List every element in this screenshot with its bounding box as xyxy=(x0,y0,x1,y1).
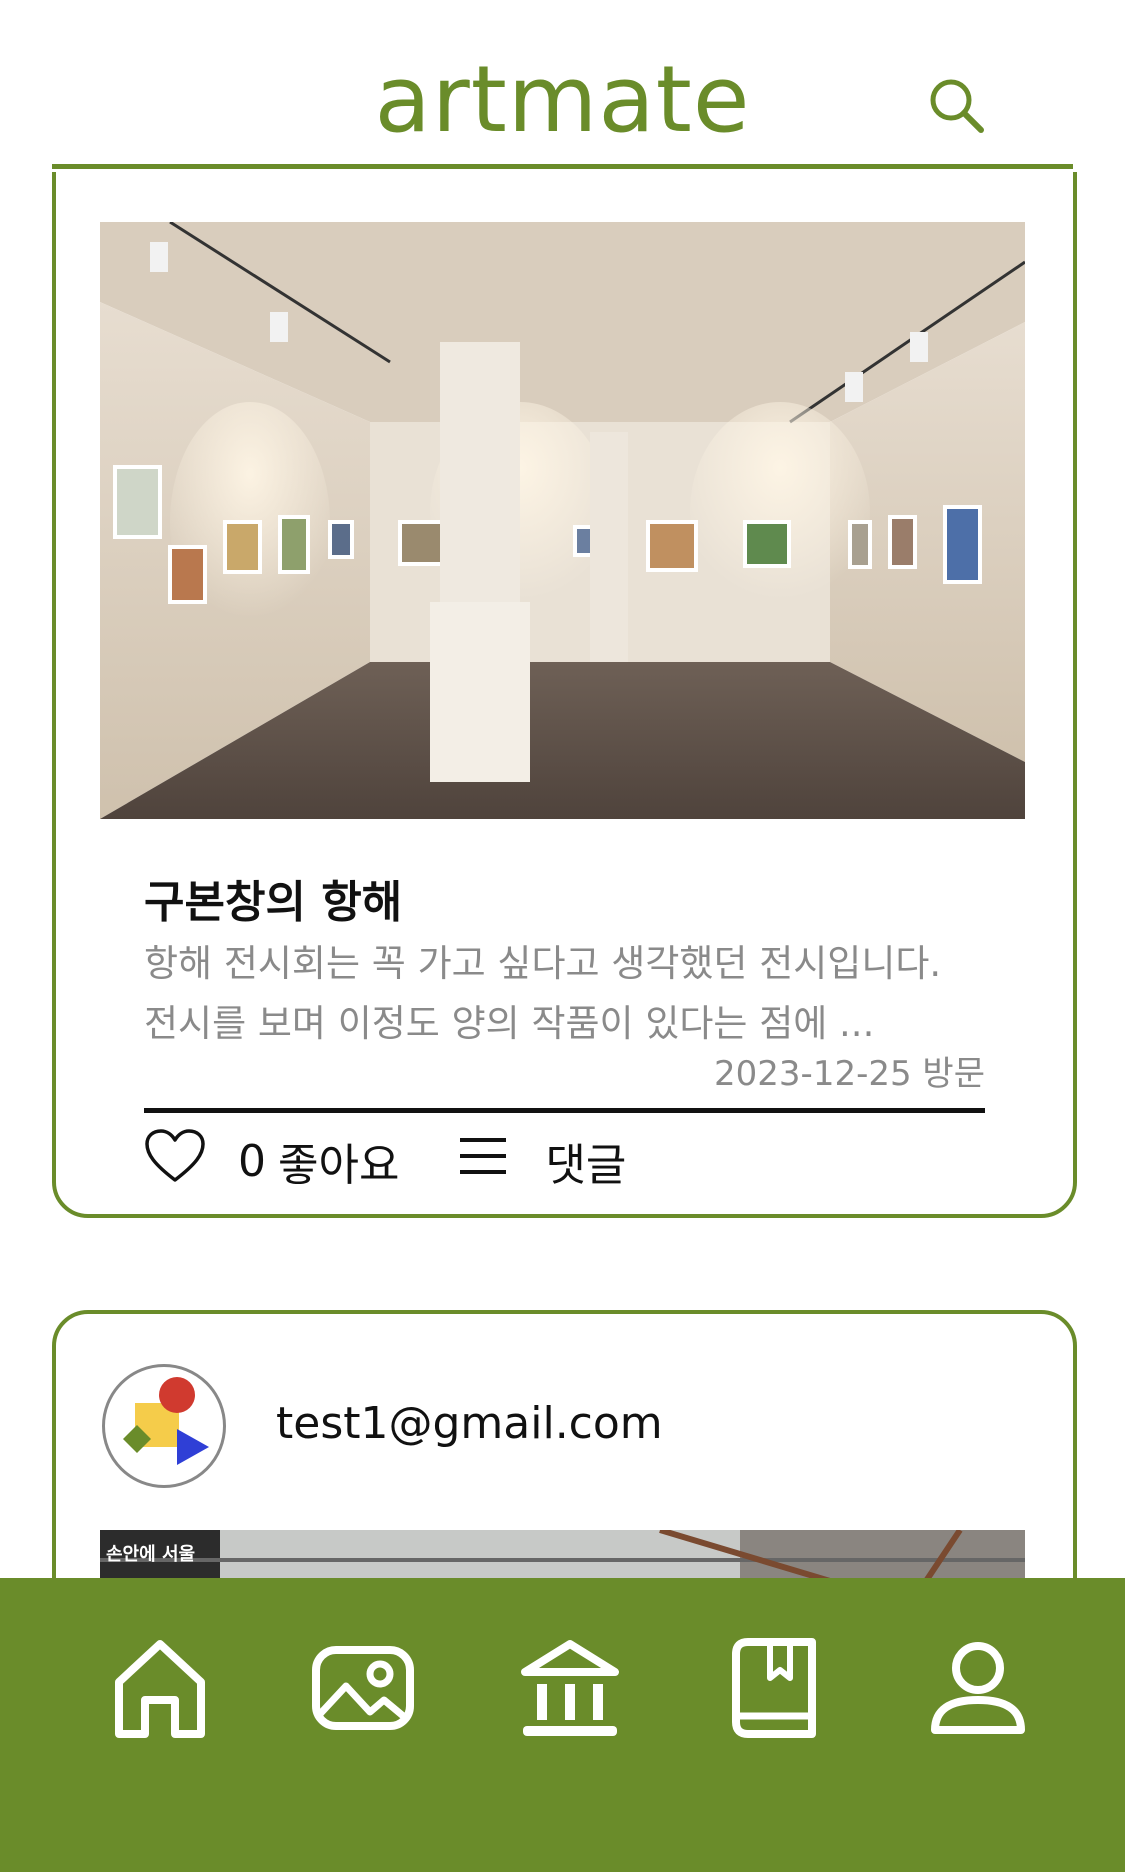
app-header: artmate xyxy=(0,0,1125,172)
comment-label: 댓글 xyxy=(545,1140,627,1191)
avatar[interactable] xyxy=(102,1364,226,1488)
heart-icon xyxy=(144,1128,206,1195)
search-icon[interactable] xyxy=(925,74,989,138)
header-divider xyxy=(52,164,1073,169)
post-description: 항해 전시회는 꼭 가고 싶다고 생각했던 전시입니다. 전시를 보며 이정도 … xyxy=(144,942,942,1045)
book-icon[interactable] xyxy=(720,1634,830,1744)
post-actions: 0 좋아요 댓글 xyxy=(144,1126,626,1196)
photo-caption: 손안에 서울 xyxy=(106,1544,196,1565)
like-button[interactable]: 0 좋아요 xyxy=(144,1128,399,1195)
menu-icon xyxy=(457,1134,509,1189)
museum-icon[interactable] xyxy=(515,1634,625,1744)
like-label: 좋아요 xyxy=(278,1140,400,1191)
like-count: 0 xyxy=(238,1135,266,1187)
post-feed[interactable]: 구본창의 항해 항해 전시회는 꼭 가고 싶다고 생각했던 전시입니다. 전시를… xyxy=(0,172,1125,1578)
post-card[interactable]: test1@gmail.com 손안에 서울 xyxy=(52,1310,1077,1578)
post-photo[interactable]: 손안에 서울 xyxy=(100,1530,1025,1578)
profile-icon[interactable] xyxy=(923,1634,1033,1744)
post-divider xyxy=(144,1108,985,1113)
post-author[interactable]: test1@gmail.com xyxy=(276,1398,663,1449)
visit-date: 2023-12-25 방문 xyxy=(714,1054,985,1094)
gallery-icon[interactable] xyxy=(308,1634,418,1744)
bottom-tab-bar xyxy=(0,1578,1125,1872)
post-title[interactable]: 구본창의 항해 xyxy=(144,866,402,930)
post-card[interactable]: 구본창의 항해 항해 전시회는 꼭 가고 싶다고 생각했던 전시입니다. 전시를… xyxy=(52,172,1077,1218)
comment-button[interactable]: 댓글 xyxy=(457,1129,626,1193)
post-photo[interactable] xyxy=(100,222,1025,819)
home-icon[interactable] xyxy=(105,1634,215,1744)
